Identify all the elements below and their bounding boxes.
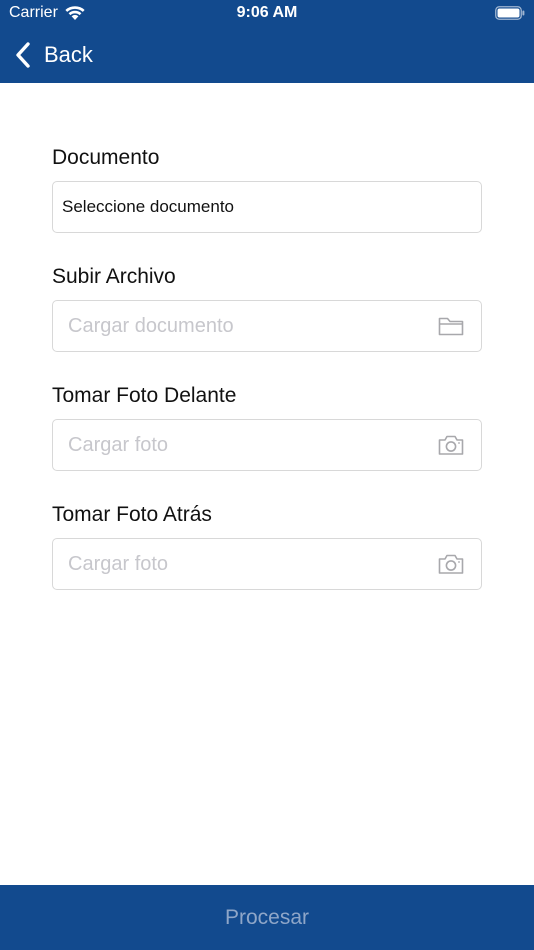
foto-delante-input[interactable] (53, 420, 413, 470)
foto-atras-input[interactable] (53, 539, 413, 589)
chevron-left-icon (16, 42, 30, 68)
back-label: Back (44, 42, 93, 67)
documento-label: Documento (52, 146, 160, 169)
camera-icon[interactable] (437, 552, 465, 576)
foto-delante-label: Tomar Foto Delante (52, 384, 237, 407)
navigation-header: Carrier 9:06 AM Back (0, 0, 534, 83)
subir-archivo-field[interactable] (52, 300, 482, 352)
foto-atras-field[interactable] (52, 538, 482, 590)
camera-icon[interactable] (437, 433, 465, 457)
documento-select[interactable]: Seleccione documento (52, 181, 482, 233)
status-time: 9:06 AM (236, 4, 298, 21)
subir-archivo-input[interactable] (53, 301, 413, 351)
back-button[interactable]: Back (14, 38, 93, 72)
procesar-button-label: Procesar (224, 905, 310, 929)
documento-selected-value: Seleccione documento (62, 197, 235, 216)
subir-archivo-label: Subir Archivo (52, 265, 176, 288)
foto-delante-field[interactable] (52, 419, 482, 471)
foto-atras-label: Tomar Foto Atrás (52, 503, 212, 526)
folder-icon[interactable] (437, 314, 465, 338)
battery-icon (495, 6, 525, 20)
procesar-button[interactable]: Procesar (0, 885, 534, 950)
status-bar: Carrier 9:06 AM (0, 0, 534, 28)
